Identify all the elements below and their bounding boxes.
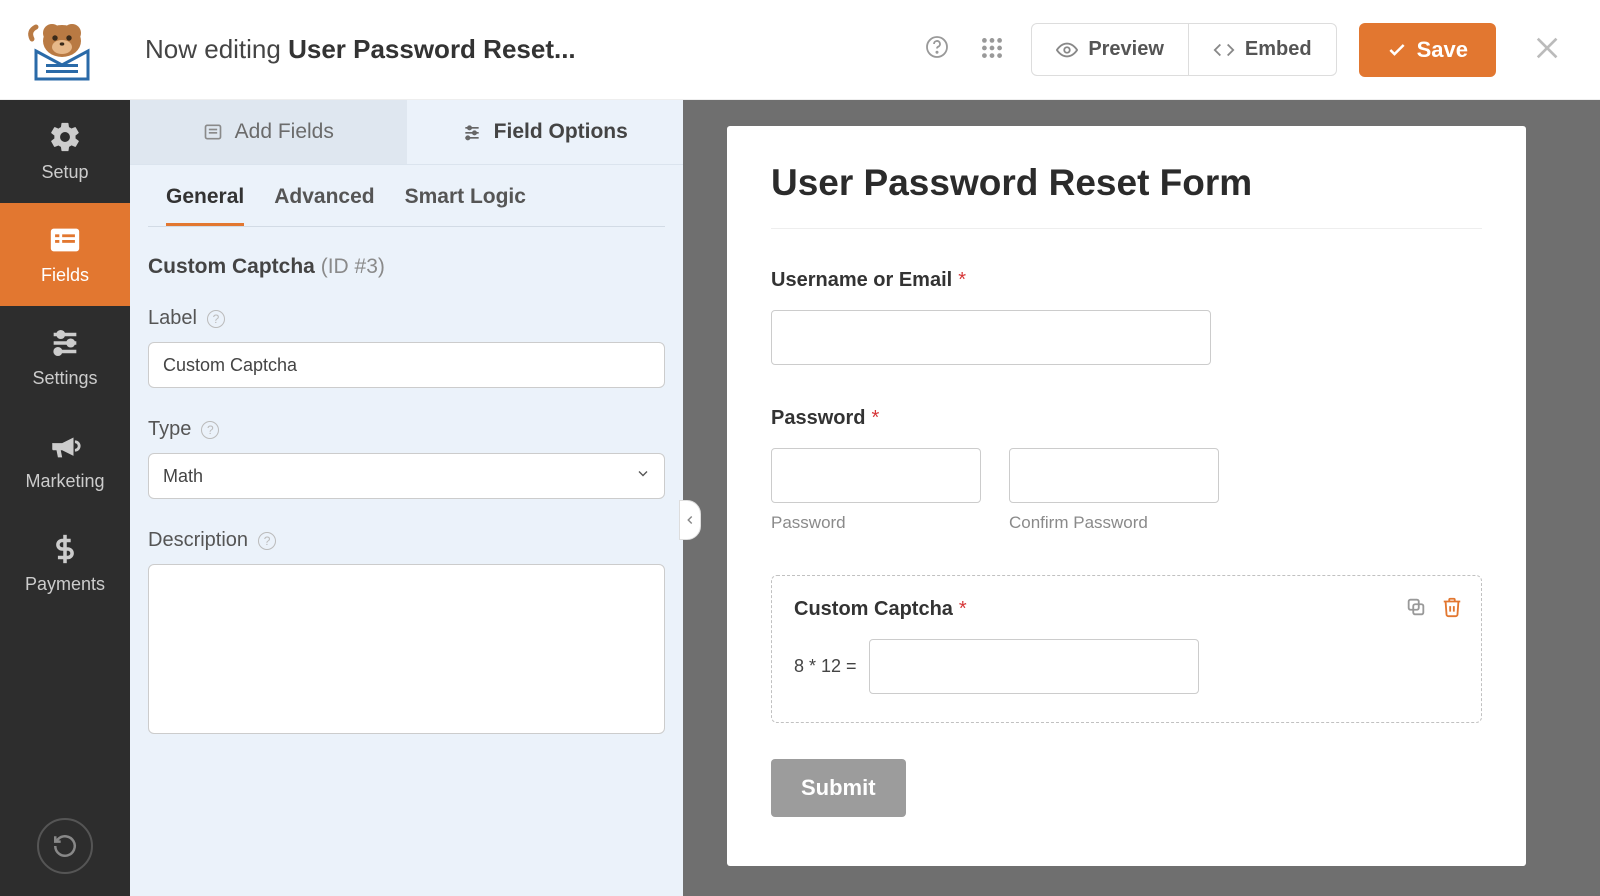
editing-prefix: Now editing	[145, 34, 288, 64]
description-label: Description	[148, 529, 248, 552]
confirm-sublabel: Confirm Password	[1009, 513, 1219, 533]
subtab-general[interactable]: General	[166, 185, 244, 226]
field-header: Custom Captcha (ID #3)	[148, 255, 665, 279]
form-plus-icon	[203, 122, 223, 142]
nav-marketing[interactable]: Marketing	[0, 409, 130, 512]
code-icon	[1213, 39, 1235, 61]
nav-settings[interactable]: Settings	[0, 306, 130, 409]
captcha-label: Custom Captcha*	[794, 598, 1459, 621]
embed-button[interactable]: Embed	[1189, 23, 1337, 76]
preview-button[interactable]: Preview	[1031, 23, 1189, 76]
username-label: Username or Email*	[771, 269, 1482, 292]
nav-label: Payments	[25, 574, 105, 595]
history-button[interactable]	[37, 818, 93, 874]
sliders-icon	[462, 122, 482, 142]
tab-label: Field Options	[494, 120, 628, 144]
save-label: Save	[1417, 37, 1468, 63]
tab-field-options[interactable]: Field Options	[407, 100, 684, 164]
field-id: (ID #3)	[321, 255, 385, 278]
history-icon	[52, 833, 78, 859]
field-username[interactable]: Username or Email*	[771, 269, 1482, 365]
delete-button[interactable]	[1441, 596, 1463, 621]
confirm-password-input[interactable]	[1009, 448, 1219, 503]
nav-label: Setup	[41, 162, 88, 183]
subtab-advanced[interactable]: Advanced	[274, 185, 374, 226]
type-select[interactable]: Math	[148, 453, 665, 499]
password-input[interactable]	[771, 448, 981, 503]
tab-add-fields[interactable]: Add Fields	[130, 100, 407, 164]
field-name: Custom Captcha	[148, 255, 315, 278]
collapse-handle[interactable]	[679, 500, 701, 540]
save-button[interactable]: Save	[1359, 23, 1496, 77]
nav-fields[interactable]: Fields	[0, 203, 130, 306]
list-icon	[48, 223, 82, 257]
preview-area: User Password Reset Form Username or Ema…	[683, 100, 1600, 896]
eye-icon	[1056, 39, 1078, 61]
chevron-left-icon	[683, 513, 697, 527]
close-icon	[1533, 32, 1565, 64]
type-label: Type	[148, 418, 191, 441]
field-password[interactable]: Password* Password Confirm Password	[771, 407, 1482, 533]
nav-label: Marketing	[25, 471, 104, 492]
preview-card: User Password Reset Form Username or Ema…	[727, 126, 1526, 866]
app-logo	[20, 15, 100, 85]
nav-label: Settings	[32, 368, 97, 389]
preview-embed-group: Preview Embed	[1031, 23, 1336, 76]
help-icon[interactable]: ?	[207, 310, 225, 328]
editing-label: Now editing User Password Reset...	[145, 34, 576, 65]
dollar-icon	[48, 532, 82, 566]
row-label: Label ?	[148, 307, 665, 388]
check-icon	[1387, 40, 1407, 60]
field-captcha-selected[interactable]: Custom Captcha* 8 * 12 =	[771, 575, 1482, 723]
subtab-smart-logic[interactable]: Smart Logic	[405, 185, 526, 226]
main: Setup Fields Settings Marketing Payments	[0, 100, 1600, 896]
apps-grid-icon[interactable]	[975, 31, 1009, 68]
label-label: Label	[148, 307, 197, 330]
embed-label: Embed	[1245, 38, 1312, 61]
description-textarea[interactable]	[148, 564, 665, 734]
nav-label: Fields	[41, 265, 89, 286]
row-type: Type ? Math	[148, 418, 665, 499]
nav-payments[interactable]: Payments	[0, 512, 130, 615]
nav-bottom	[0, 796, 130, 896]
gear-icon	[48, 120, 82, 154]
label-input[interactable]	[148, 342, 665, 388]
captcha-input[interactable]	[869, 639, 1199, 694]
username-input[interactable]	[771, 310, 1211, 365]
tab-label: Add Fields	[235, 120, 334, 144]
help-icon[interactable]	[921, 31, 953, 69]
panel-body: Custom Captcha (ID #3) Label ? Type ? Ma…	[130, 227, 683, 797]
sidebar-subtabs: General Advanced Smart Logic	[148, 165, 665, 227]
password-sublabel: Password	[771, 513, 981, 533]
duplicate-icon	[1405, 596, 1427, 618]
help-icon[interactable]: ?	[201, 421, 219, 439]
topbar: Now editing User Password Reset... Previ…	[0, 0, 1600, 100]
topbar-actions: Preview Embed Save	[921, 23, 1565, 77]
form-title: User Password Reset Form	[771, 162, 1482, 229]
close-button[interactable]	[1533, 32, 1565, 67]
help-icon[interactable]: ?	[258, 532, 276, 550]
submit-button[interactable]: Submit	[771, 759, 906, 817]
password-label: Password*	[771, 407, 1482, 430]
left-nav: Setup Fields Settings Marketing Payments	[0, 100, 130, 896]
nav-setup[interactable]: Setup	[0, 100, 130, 203]
duplicate-button[interactable]	[1405, 596, 1427, 621]
bullhorn-icon	[48, 429, 82, 463]
sidebar-tabs: Add Fields Field Options	[130, 100, 683, 165]
sliders-icon	[48, 326, 82, 360]
preview-label: Preview	[1088, 38, 1164, 61]
row-description: Description ?	[148, 529, 665, 739]
trash-icon	[1441, 596, 1463, 618]
sidebar-panel: Add Fields Field Options General Advance…	[130, 100, 683, 896]
editing-title: User Password Reset...	[288, 34, 576, 64]
captcha-equation: 8 * 12 =	[794, 656, 857, 677]
